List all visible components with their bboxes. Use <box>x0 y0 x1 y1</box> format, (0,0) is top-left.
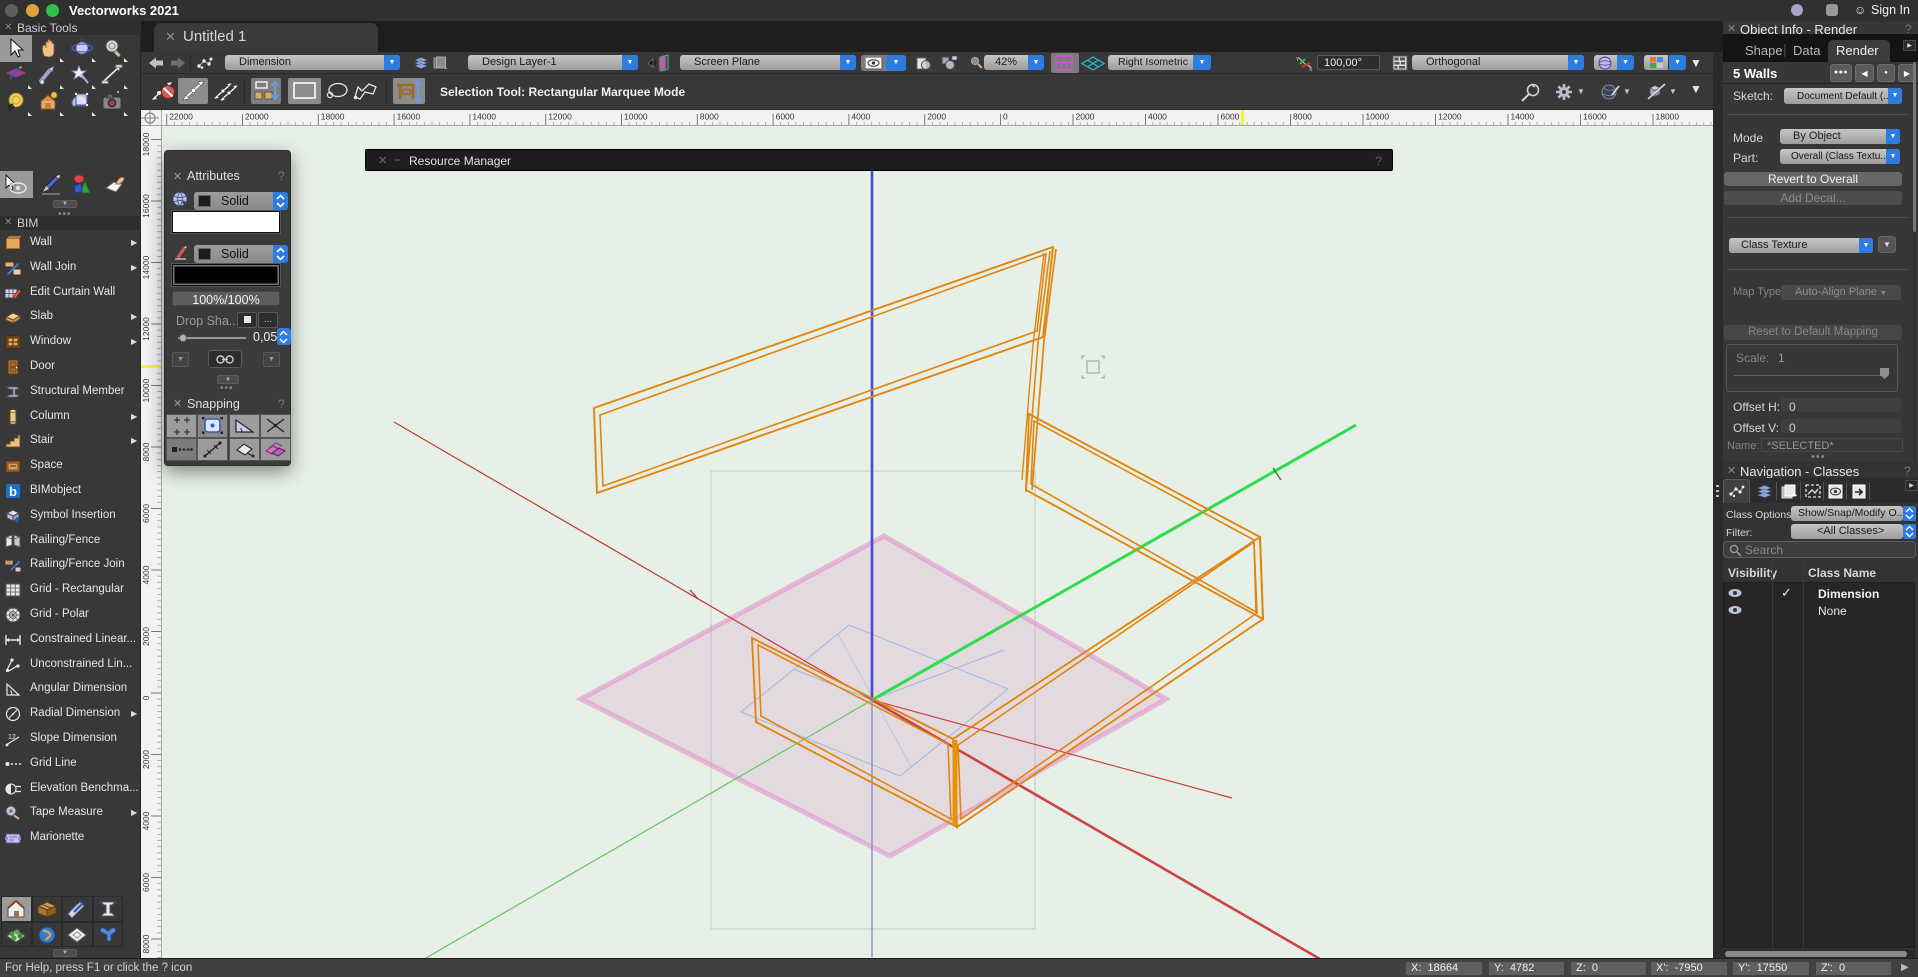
svg-text:18000: 18000 <box>141 132 151 156</box>
svg-text:8000: 8000 <box>141 934 151 953</box>
svg-text:12000: 12000 <box>1438 112 1462 122</box>
svg-text:12000: 12000 <box>548 112 572 122</box>
svg-text:0: 0 <box>1003 112 1008 122</box>
svg-text:4000: 4000 <box>1148 112 1167 122</box>
svg-text:16000: 16000 <box>141 194 151 218</box>
svg-text:b: b <box>9 484 17 499</box>
svg-text:2000: 2000 <box>1076 112 1095 122</box>
svg-text:14000: 14000 <box>141 255 151 279</box>
svg-text:18000: 18000 <box>1656 112 1680 122</box>
svg-text:10000: 10000 <box>624 112 648 122</box>
svg-text:20000: 20000 <box>245 112 269 122</box>
svg-text:14000: 14000 <box>472 112 496 122</box>
svg-text:4000: 4000 <box>141 565 151 584</box>
svg-text:0: 0 <box>141 695 151 700</box>
svg-text:X: X <box>1309 67 1313 72</box>
svg-text:6000: 6000 <box>1221 112 1240 122</box>
svg-text:8000: 8000 <box>141 442 151 461</box>
svg-text:6000: 6000 <box>141 504 151 523</box>
svg-text:14000: 14000 <box>1511 112 1535 122</box>
svg-text:16000: 16000 <box>1583 112 1607 122</box>
svg-text:2000: 2000 <box>141 627 151 646</box>
svg-text:12000: 12000 <box>141 317 151 341</box>
svg-text:16000: 16000 <box>397 112 421 122</box>
svg-text:6000: 6000 <box>776 112 795 122</box>
svg-text:22000: 22000 <box>169 112 193 122</box>
svg-text:6000: 6000 <box>141 873 151 892</box>
svg-text:4000: 4000 <box>141 811 151 830</box>
svg-text:10000: 10000 <box>141 378 151 402</box>
svg-text:4000: 4000 <box>851 112 870 122</box>
svg-text:2000: 2000 <box>141 750 151 769</box>
svg-text:18000: 18000 <box>321 112 345 122</box>
svg-text:2000: 2000 <box>927 112 946 122</box>
svg-text:10000: 10000 <box>1366 112 1390 122</box>
svg-text:8000: 8000 <box>1293 112 1312 122</box>
svg-text:8000: 8000 <box>700 112 719 122</box>
